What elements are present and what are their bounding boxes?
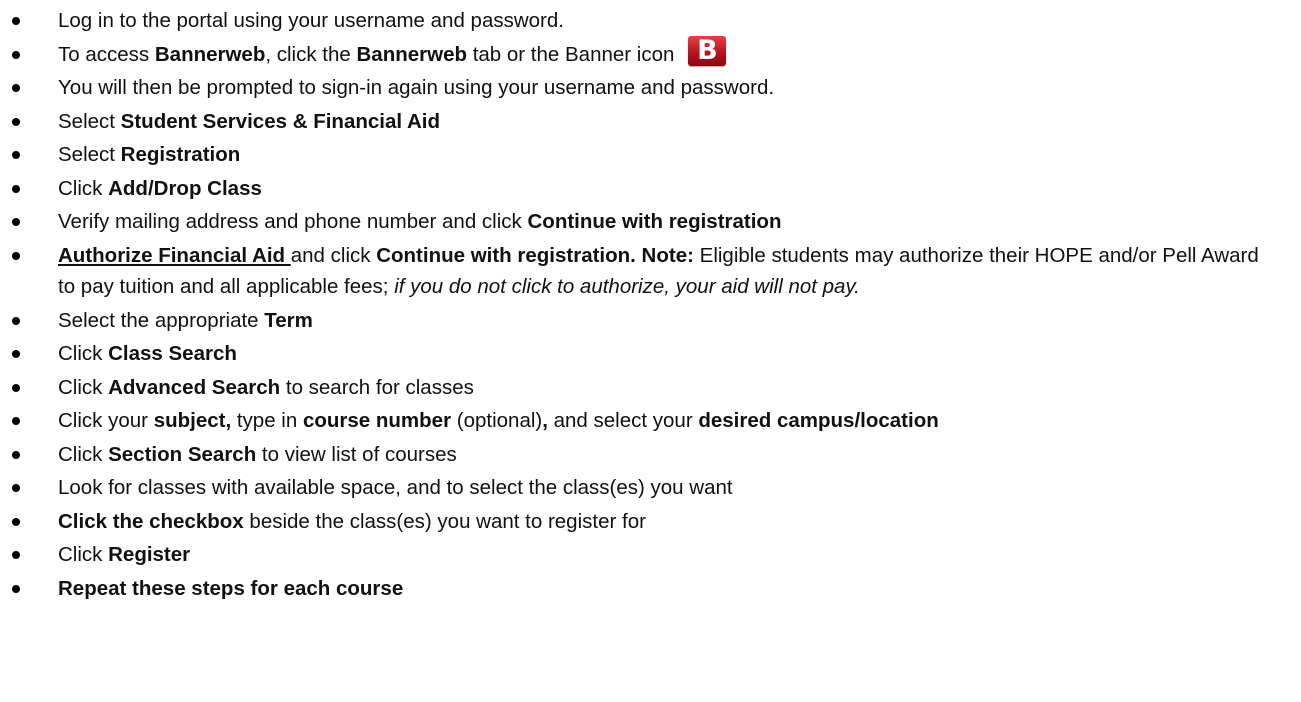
step-text: , click the [265, 42, 357, 66]
bullet-icon [12, 551, 20, 559]
bullet-icon [12, 584, 20, 593]
step-text: Class Search [108, 342, 237, 365]
step-text: desired campus/location [698, 409, 939, 432]
step-text: Click the checkbox [58, 509, 244, 533]
step-text: Student Services & Financial Aid [120, 109, 441, 133]
step-text: Continue with registration [527, 210, 782, 233]
step-text: (optional) [451, 409, 543, 432]
authorize-financial-aid-link[interactable]: Authorize Financial Aid [58, 244, 291, 267]
step-item: Select Student Services & Financial Aid [0, 105, 1301, 139]
step-text: to view list of courses [256, 442, 457, 466]
step-item: Authorize Financial Aid and click Contin… [0, 239, 1301, 304]
step-text: To access [58, 42, 155, 66]
bullet-icon [12, 517, 20, 526]
bullet-icon [12, 316, 20, 325]
step-text: Advanced Search [108, 375, 281, 399]
step-text: Continue with registration. Note: [376, 243, 694, 267]
step-text: Click [58, 442, 109, 466]
step-text: Section Search [108, 442, 257, 466]
step-item: Click Class Search [0, 337, 1301, 371]
step-text: type in [231, 409, 303, 432]
step-item: Repeat these steps for each course [0, 572, 1301, 606]
banner-icon[interactable]: B [688, 35, 727, 67]
step-item: Select Registration [0, 138, 1301, 172]
step-text: Select [58, 109, 121, 133]
step-text: Click [58, 176, 109, 200]
step-item: Click Section Search to view list of cou… [0, 438, 1301, 472]
step-text: Select the appropriate [58, 308, 265, 332]
step-text: Select [58, 143, 121, 166]
bullet-icon [12, 383, 20, 392]
step-text: subject, [153, 409, 232, 432]
step-text: Verify mailing address and phone number … [58, 210, 528, 233]
step-item: Click the checkbox beside the class(es) … [0, 505, 1301, 539]
step-item: Click Register [0, 538, 1301, 572]
step-text: Register [108, 543, 191, 566]
banner-icon-letter: B [697, 35, 718, 67]
step-text: Registration [120, 143, 241, 166]
step-text: Add/Drop Class [108, 176, 262, 200]
step-item: Verify mailing address and phone number … [0, 205, 1301, 239]
step-item: Select the appropriate Term [0, 304, 1301, 338]
bullet-icon [12, 251, 20, 260]
step-text: Click [58, 543, 109, 566]
step-text: Log in to the portal using your username… [58, 9, 564, 32]
step-text: Repeat these steps for each course [58, 576, 404, 600]
step-text: tab or the Banner icon [467, 42, 675, 66]
bullet-icon [12, 50, 20, 59]
step-item: Click Add/Drop Class [0, 172, 1301, 206]
step-text: course number [302, 409, 452, 432]
step-item: Look for classes with available space, a… [0, 471, 1301, 505]
bullet-icon [12, 117, 20, 126]
step-item: To access Bannerweb, click the Bannerweb… [0, 35, 1301, 72]
step-item: You will then be prompted to sign-in aga… [0, 71, 1301, 105]
bullet-icon [12, 17, 20, 25]
step-text: beside the class(es) you want to registe… [243, 509, 646, 533]
step-item: Click Advanced Search to search for clas… [0, 371, 1301, 405]
step-item: Click your subject, type in course numbe… [0, 404, 1301, 438]
bullet-icon [12, 151, 20, 159]
step-text: You will then be prompted to sign-in aga… [58, 76, 775, 99]
step-text: Term [264, 308, 313, 332]
bullet-icon [12, 450, 20, 459]
bullet-icon [12, 184, 20, 193]
step-text: Bannerweb [356, 42, 468, 66]
step-text: to search for classes [280, 375, 474, 399]
step-text: Bannerweb [154, 42, 266, 66]
step-text: and select your [547, 409, 699, 432]
step-text: if you do not click to authorize, your a… [394, 274, 860, 298]
bullet-icon [12, 484, 20, 492]
step-text: and click [290, 243, 377, 267]
step-text: Look for classes with available space, a… [58, 476, 733, 499]
bullet-icon [12, 350, 20, 358]
registration-steps-list: Log in to the portal using your username… [0, 4, 1301, 605]
step-text: Click [58, 375, 109, 399]
step-text: Click your [58, 409, 154, 432]
step-item: Log in to the portal using your username… [0, 4, 1301, 38]
bullet-icon [12, 218, 20, 226]
step-text: Click [58, 342, 109, 365]
bullet-icon [12, 417, 20, 425]
bullet-icon [12, 84, 20, 92]
